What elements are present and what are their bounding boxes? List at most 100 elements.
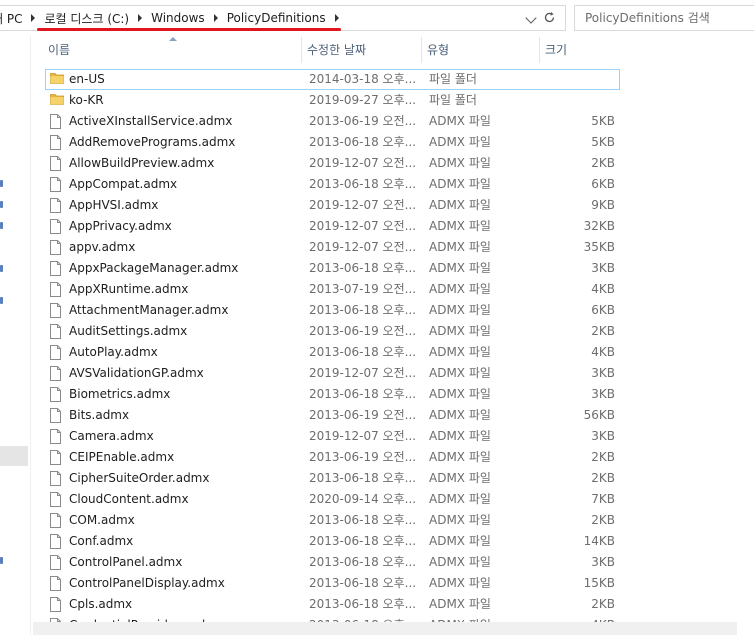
file-type: ADMX 파일 <box>429 303 491 317</box>
file-row[interactable]: Conf.admx 2013-06-18 오후... ADMX 파일 14KB <box>45 531 625 552</box>
file-size: 35KB <box>583 240 615 254</box>
file-icon <box>50 114 61 132</box>
file-row[interactable]: AutoPlay.admx 2013-06-18 오후... ADMX 파일 4KB <box>45 342 625 363</box>
file-icon <box>50 534 61 552</box>
file-date-modified: 2013-07-19 오전... <box>309 282 417 296</box>
file-type: ADMX 파일 <box>429 198 491 212</box>
file-name: AttachmentManager.admx <box>69 303 229 317</box>
file-row[interactable]: appv.admx 2019-12-07 오전... ADMX 파일 35KB <box>45 237 625 258</box>
file-type: 파일 폴더 <box>429 93 477 107</box>
file-date-modified: 2020-09-14 오후... <box>309 492 417 506</box>
refresh-icon[interactable] <box>541 9 557 25</box>
file-list: en-US 2014-03-18 오후... 파일 폴더 ko-KR 2019-09-2… <box>45 69 625 636</box>
nav-item-fragment <box>0 222 3 229</box>
file-row[interactable]: Camera.admx 2019-12-07 오전... ADMX 파일 3KB <box>45 426 625 447</box>
file-type: ADMX 파일 <box>429 156 491 170</box>
breadcrumb-windows[interactable]: Windows <box>148 11 208 25</box>
file-date-modified: 2019-12-07 오전... <box>309 240 417 254</box>
file-icon <box>50 282 61 300</box>
file-size: 2KB <box>591 471 615 485</box>
file-row[interactable]: AppXRuntime.admx 2013-07-19 오전... ADMX 파일 4… <box>45 279 625 300</box>
breadcrumb-policydefinitions[interactable]: PolicyDefinitions <box>224 11 329 25</box>
file-name: COM.admx <box>69 513 135 527</box>
file-row[interactable]: AuditSettings.admx 2013-06-19 오전... ADMX 파… <box>45 321 625 342</box>
file-name: en-US <box>69 72 105 86</box>
file-row[interactable]: ControlPanel.admx 2013-06-18 오후... ADMX 파일… <box>45 552 625 573</box>
file-size: 2KB <box>591 513 615 527</box>
file-size: 32KB <box>583 219 615 233</box>
file-type: ADMX 파일 <box>429 219 491 233</box>
navigation-pane-divider <box>30 36 31 635</box>
breadcrumb-separator-icon[interactable] <box>334 14 339 22</box>
file-type: ADMX 파일 <box>429 261 491 275</box>
file-row[interactable]: CEIPEnable.admx 2013-06-19 오전... ADMX 파일 2K… <box>45 447 625 468</box>
file-row[interactable]: AddRemovePrograms.admx 2013-06-18 오후... AD… <box>45 132 625 153</box>
file-row[interactable]: ActiveXInstallService.admx 2013-06-19 오전.… <box>45 111 625 132</box>
file-row[interactable]: CloudContent.admx 2020-09-14 오후... ADMX 파일… <box>45 489 625 510</box>
column-size[interactable]: 크기 <box>540 37 623 63</box>
file-icon <box>50 198 61 216</box>
file-row[interactable]: AllowBuildPreview.admx 2019-12-07 오전... AD… <box>45 153 625 174</box>
file-type: ADMX 파일 <box>429 471 491 485</box>
file-date-modified: 2013-06-18 오후... <box>309 177 417 191</box>
search-input[interactable] <box>574 5 754 31</box>
breadcrumb: 내 PC 로컬 디스크 (C:) Windows PolicyDefinitio… <box>0 6 345 30</box>
file-date-modified: 2019-12-07 오전... <box>309 366 417 380</box>
file-row[interactable]: CipherSuiteOrder.admx 2013-06-18 오후... ADM… <box>45 468 625 489</box>
file-row[interactable]: Biometrics.admx 2013-06-18 오후... ADMX 파일 3K… <box>45 384 625 405</box>
file-date-modified: 2014-03-18 오후... <box>309 72 417 86</box>
file-type: ADMX 파일 <box>429 555 491 569</box>
file-date-modified: 2013-06-18 오후... <box>309 534 417 548</box>
file-icon <box>50 555 61 573</box>
file-type: ADMX 파일 <box>429 240 491 254</box>
file-row[interactable]: AVSValidationGP.admx 2019-12-07 오전... ADMX… <box>45 363 625 384</box>
navigation-pane-selected-item[interactable] <box>0 446 28 466</box>
file-date-modified: 2013-06-19 오전... <box>309 450 417 464</box>
breadcrumb-local-disk[interactable]: 로컬 디스크 (C:) <box>41 10 132 27</box>
address-bar[interactable]: 내 PC 로컬 디스크 (C:) Windows PolicyDefinitio… <box>0 5 566 31</box>
file-size: 6KB <box>591 177 615 191</box>
file-row[interactable]: ControlPanelDisplay.admx 2013-06-18 오후...… <box>45 573 625 594</box>
file-date-modified: 2013-06-18 오후... <box>309 471 417 485</box>
file-icon <box>50 177 61 195</box>
file-icon <box>50 576 61 594</box>
file-date-modified: 2013-06-18 오후... <box>309 135 417 149</box>
vertical-scrollbar[interactable] <box>737 36 754 626</box>
file-row[interactable]: AppHVSI.admx 2019-12-07 오전... ADMX 파일 9KB <box>45 195 625 216</box>
horizontal-scrollbar[interactable] <box>33 622 737 635</box>
file-row[interactable]: AppCompat.admx 2013-06-18 오후... ADMX 파일 6KB <box>45 174 625 195</box>
column-date-modified[interactable]: 수정한 날짜 <box>302 37 422 63</box>
folder-row[interactable]: ko-KR 2019-09-27 오후... 파일 폴더 <box>45 90 625 111</box>
folder-icon <box>50 93 64 108</box>
nav-item-fragment <box>0 201 3 208</box>
column-type[interactable]: 유형 <box>422 37 540 63</box>
file-row[interactable]: AppxPackageManager.admx 2013-06-18 오후... A… <box>45 258 625 279</box>
file-type: ADMX 파일 <box>429 513 491 527</box>
breadcrumb-separator-icon[interactable] <box>213 14 218 22</box>
file-icon <box>50 240 61 258</box>
file-name: AllowBuildPreview.admx <box>69 156 215 170</box>
file-row[interactable]: Bits.admx 2013-06-19 오전... ADMX 파일 56KB <box>45 405 625 426</box>
file-date-modified: 2013-06-19 오전... <box>309 324 417 338</box>
file-type: ADMX 파일 <box>429 177 491 191</box>
breadcrumb-this-pc[interactable]: 내 PC <box>0 10 25 27</box>
file-icon <box>50 597 61 615</box>
chevron-down-icon[interactable] <box>525 12 537 24</box>
file-name: ControlPanelDisplay.admx <box>69 576 225 590</box>
file-icon <box>50 387 61 405</box>
file-icon <box>50 429 61 447</box>
file-icon <box>50 366 61 384</box>
file-row[interactable]: COM.admx 2013-06-18 오후... ADMX 파일 2KB <box>45 510 625 531</box>
column-name[interactable]: 이름 <box>43 37 302 63</box>
file-size: 2KB <box>591 450 615 464</box>
file-row[interactable]: AppPrivacy.admx 2019-12-07 오전... ADMX 파일 32… <box>45 216 625 237</box>
file-size: 3KB <box>591 429 615 443</box>
breadcrumb-separator-icon[interactable] <box>138 14 143 22</box>
folder-row[interactable]: en-US 2014-03-18 오후... 파일 폴더 <box>45 69 620 90</box>
file-size: 5KB <box>591 114 615 128</box>
breadcrumb-separator-icon[interactable] <box>31 14 36 22</box>
file-size: 56KB <box>583 408 615 422</box>
file-row[interactable]: AttachmentManager.admx 2013-06-18 오후... AD… <box>45 300 625 321</box>
file-row[interactable]: Cpls.admx 2013-06-18 오후... ADMX 파일 2KB <box>45 594 625 615</box>
file-date-modified: 2013-06-18 오후... <box>309 261 417 275</box>
